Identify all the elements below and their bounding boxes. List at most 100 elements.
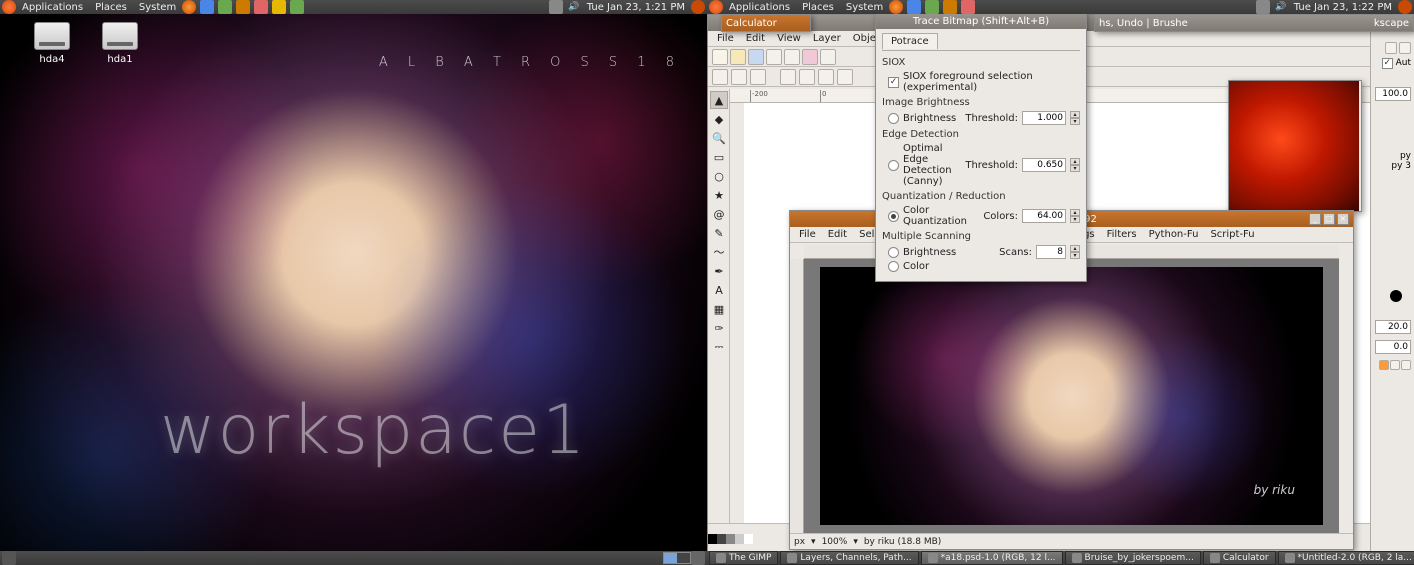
spiral-tool[interactable]: @ (710, 205, 728, 223)
menu-layer[interactable]: Layer (808, 32, 846, 45)
ubuntu-logo-icon[interactable] (2, 0, 16, 14)
launcher-icon[interactable] (218, 0, 232, 14)
inkscape-sec-titlebar[interactable]: hs, Undo | Brushe kscape (1095, 15, 1413, 31)
calculator-titlebar[interactable]: Calculator (722, 15, 810, 31)
launcher-icon[interactable] (925, 0, 939, 14)
menu-applications[interactable]: Applications (16, 2, 89, 13)
siox-checkbox[interactable] (888, 77, 899, 88)
edge-threshold-input[interactable] (1022, 158, 1066, 172)
color-swatches[interactable] (708, 534, 753, 544)
bezier-tool[interactable]: 〜 (710, 243, 728, 261)
spin-buttons[interactable]: ▴▾ (1070, 158, 1080, 172)
brightness-threshold-input[interactable] (1022, 111, 1066, 125)
color-quant-radio[interactable] (888, 211, 899, 222)
logout-icon[interactable] (1398, 0, 1412, 14)
trace-bitmap-dialog[interactable]: Trace Bitmap (Shift+Alt+B) Potrace SIOX … (875, 12, 1087, 282)
menu-edit[interactable]: Edit (823, 228, 852, 241)
val-input-3[interactable] (1375, 340, 1411, 354)
launcher-icon-2[interactable] (236, 0, 250, 14)
unit-label[interactable]: px (794, 537, 805, 547)
new-file-icon[interactable] (712, 49, 728, 65)
zoom-label[interactable]: 100% (822, 537, 848, 547)
save-icon[interactable] (748, 49, 764, 65)
menu-system[interactable]: System (133, 2, 182, 13)
dock-icon[interactable] (1399, 42, 1411, 54)
flip-v-icon[interactable] (837, 69, 853, 85)
launcher-icon-2[interactable] (943, 0, 957, 14)
drive-hda4[interactable]: hda4 (28, 22, 76, 65)
clock[interactable]: Tue Jan 23, 1:22 PM (1288, 2, 1398, 13)
menu-script-fu[interactable]: Script-Fu (1205, 228, 1259, 241)
task-button[interactable]: Layers, Channels, Path... (780, 551, 918, 565)
task-button[interactable]: Bruise_by_jokerspoem... (1065, 551, 1201, 565)
ubuntu-logo-icon[interactable] (709, 0, 723, 14)
dock-icon[interactable] (1385, 42, 1397, 54)
menu-system[interactable]: System (840, 2, 889, 13)
task-button[interactable]: *a18.psd-1.0 (RGB, 12 l... (921, 551, 1063, 565)
align-left-icon[interactable] (712, 69, 728, 85)
evolution-icon[interactable] (907, 0, 921, 14)
bruise-image-window[interactable] (1228, 80, 1362, 212)
menu-edit[interactable]: Edit (741, 32, 770, 45)
palette-icon[interactable] (1390, 360, 1400, 370)
val-input[interactable] (1375, 87, 1411, 101)
connector-tool[interactable]: ⎓ (710, 338, 728, 356)
undo-icon[interactable] (784, 49, 800, 65)
align-right-icon[interactable] (750, 69, 766, 85)
calculator-window[interactable]: Calculator (721, 14, 811, 32)
update-icon[interactable] (1256, 0, 1270, 14)
close-button[interactable]: × (1337, 213, 1349, 225)
launcher-icon-5[interactable] (290, 0, 304, 14)
task-button[interactable]: *Untitled-2.0 (RGB, 2 la... (1278, 551, 1414, 565)
logout-icon[interactable] (691, 0, 705, 14)
palette-icon[interactable] (1379, 360, 1389, 370)
palette-icon[interactable] (1401, 360, 1411, 370)
drive-hda1[interactable]: hda1 (96, 22, 144, 65)
calligraphy-tool[interactable]: ✒ (710, 262, 728, 280)
volume-icon[interactable]: 🔊 (1274, 0, 1288, 14)
show-desktop-icon[interactable] (2, 551, 16, 565)
text-tool[interactable]: A (710, 281, 728, 299)
menu-places[interactable]: Places (89, 2, 133, 13)
inkscape-secondary-window[interactable]: hs, Undo | Brushe kscape (1094, 14, 1414, 32)
gimp-canvas[interactable]: by riku (804, 259, 1339, 533)
multi-color-radio[interactable] (888, 261, 899, 272)
task-button[interactable]: The GIMP (709, 551, 778, 565)
spin-buttons[interactable]: ▴▾ (1070, 245, 1080, 259)
menu-file[interactable]: File (794, 228, 821, 241)
clock[interactable]: Tue Jan 23, 1:21 PM (581, 2, 691, 13)
node-tool[interactable]: ◆ (710, 110, 728, 128)
firefox-launcher-icon[interactable] (182, 0, 196, 14)
rotate-cw-icon[interactable] (799, 69, 815, 85)
spin-buttons[interactable]: ▴▾ (1070, 111, 1080, 125)
workspace-switcher[interactable] (663, 552, 691, 564)
trace-titlebar[interactable]: Trace Bitmap (Shift+Alt+B) (876, 13, 1086, 29)
flip-h-icon[interactable] (818, 69, 834, 85)
export-icon[interactable] (820, 49, 836, 65)
menu-filters[interactable]: Filters (1102, 228, 1142, 241)
selector-tool[interactable]: ▲ (710, 91, 728, 109)
pencil-tool[interactable]: ✎ (710, 224, 728, 242)
multi-brightness-radio[interactable] (888, 247, 899, 258)
task-button[interactable]: Calculator (1203, 551, 1276, 565)
bruise-image-canvas[interactable] (1229, 81, 1359, 211)
colors-input[interactable] (1022, 209, 1066, 223)
zoom-tool[interactable]: 🔍 (710, 129, 728, 147)
import-icon[interactable] (802, 49, 818, 65)
brightness-radio[interactable] (888, 113, 899, 124)
print-icon[interactable] (766, 49, 782, 65)
trash-icon[interactable] (691, 551, 705, 565)
launcher-icon-4[interactable] (272, 0, 286, 14)
rotate-ccw-icon[interactable] (780, 69, 796, 85)
menu-python-fu[interactable]: Python-Fu (1144, 228, 1204, 241)
menu-file[interactable]: File (712, 32, 739, 45)
menu-places[interactable]: Places (796, 2, 840, 13)
dropper-tool[interactable]: ✑ (710, 319, 728, 337)
update-icon[interactable] (549, 0, 563, 14)
spin-buttons[interactable]: ▴▾ (1070, 209, 1080, 223)
aut-checkbox[interactable] (1382, 58, 1393, 69)
potrace-tab[interactable]: Potrace (882, 33, 938, 49)
launcher-icon-3[interactable] (961, 0, 975, 14)
minimize-button[interactable]: _ (1309, 213, 1321, 225)
menu-applications[interactable]: Applications (723, 2, 796, 13)
